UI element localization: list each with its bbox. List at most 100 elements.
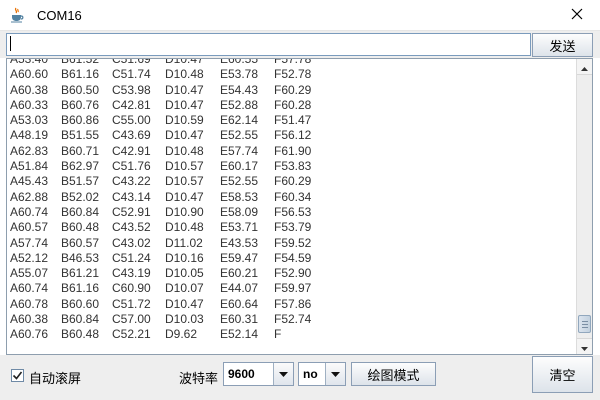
output-value: C43.52	[112, 220, 151, 235]
clear-button[interactable]: 清空	[532, 356, 593, 393]
java-cup-icon	[9, 7, 25, 23]
output-line: A60.74 B61.16 C60.90 D10.07 E44.07 F59.97	[8, 281, 576, 296]
output-value: C42.81	[112, 97, 151, 112]
text-caret	[10, 36, 11, 51]
scroll-up-button[interactable]	[577, 59, 592, 75]
grip-line	[582, 321, 588, 323]
output-line: A45.43 B51.57 C43.22 D10.57 E52.55 F60.29	[8, 174, 576, 189]
output-line: A53.03 B60.86 C55.00 D10.59 E62.14 F51.47	[8, 113, 576, 128]
output-value: F	[274, 327, 282, 342]
output-value: A60.33	[10, 97, 49, 112]
arrow-down-icon	[581, 340, 588, 354]
output-value: A53.03	[10, 113, 49, 128]
output-lines: A53.40 B61.52 C51.69 D10.47 E60.55 F57.78 A60.…	[8, 58, 576, 343]
output-value: F53.79	[274, 220, 312, 235]
close-icon	[571, 8, 583, 23]
output-value: B61.16	[61, 67, 100, 82]
output-value: E52.55	[220, 174, 259, 189]
close-button[interactable]	[554, 0, 600, 31]
output-value: F60.29	[274, 82, 312, 97]
output-value: C42.91	[112, 143, 151, 158]
output-value: F60.29	[274, 174, 312, 189]
output-value: C51.72	[112, 296, 151, 311]
output-value: B60.57	[61, 235, 100, 250]
send-input[interactable]	[6, 33, 531, 56]
output-value: E53.71	[220, 220, 259, 235]
output-value: A45.43	[10, 174, 49, 189]
output-value: C43.22	[112, 174, 151, 189]
output-value: B52.02	[61, 189, 100, 204]
parity-select[interactable]: no	[298, 362, 346, 386]
scrollbar-thumb[interactable]	[578, 315, 591, 334]
output-value: E60.55	[220, 58, 259, 66]
output-value: E52.55	[220, 128, 259, 143]
autoscroll-label[interactable]: 自动滚屏	[29, 368, 81, 387]
output-line: A53.40 B61.52 C51.69 D10.47 E60.55 F57.78	[8, 58, 576, 67]
output-value: F59.52	[274, 235, 312, 250]
output-value: C51.69	[112, 58, 151, 66]
output-value: A55.07	[10, 266, 49, 281]
serial-output-area[interactable]: A53.40 B61.52 C51.69 D10.47 E60.55 F57.78 A60.…	[6, 58, 593, 355]
output-value: F52.74	[274, 312, 312, 327]
output-value: B60.60	[61, 296, 100, 311]
output-line: A62.88 B52.02 C43.14 D10.47 E58.53 F60.34	[8, 190, 576, 205]
output-value: C43.02	[112, 235, 151, 250]
output-line: A48.19 B51.55 C43.69 D10.47 E52.55 F56.12	[8, 128, 576, 143]
output-value: E52.14	[220, 327, 259, 342]
output-value: D10.47	[165, 296, 204, 311]
output-value: F57.86	[274, 296, 312, 311]
output-value: D10.90	[165, 204, 204, 219]
output-value: A60.74	[10, 204, 49, 219]
output-value: D10.05	[165, 266, 204, 281]
chevron-down-icon	[325, 363, 345, 385]
output-value: B51.55	[61, 128, 100, 143]
output-value: C57.00	[112, 312, 151, 327]
output-value: C55.00	[112, 113, 151, 128]
output-value: B46.53	[61, 250, 100, 265]
chevron-down-icon	[273, 363, 293, 385]
output-value: C52.21	[112, 327, 151, 342]
output-line: A57.74 B60.57 C43.02 D11.02 E43.53 F59.52	[8, 236, 576, 251]
output-value: D10.59	[165, 113, 204, 128]
output-value: B60.71	[61, 143, 100, 158]
output-value: D10.48	[165, 67, 204, 82]
output-value: A53.40	[10, 58, 49, 66]
scroll-down-button[interactable]	[577, 338, 592, 354]
output-value: A60.78	[10, 296, 49, 311]
arrow-up-icon	[581, 60, 588, 74]
output-value: A51.84	[10, 159, 49, 174]
output-value: F60.34	[274, 189, 312, 204]
output-value: D10.47	[165, 58, 204, 66]
send-button[interactable]: 发送	[532, 33, 593, 57]
check-icon	[12, 370, 23, 384]
output-value: E57.74	[220, 143, 259, 158]
output-value: E60.64	[220, 296, 259, 311]
output-value: D10.47	[165, 97, 204, 112]
output-value: E54.43	[220, 82, 259, 97]
plot-mode-button[interactable]: 绘图模式	[351, 362, 436, 386]
vertical-scrollbar[interactable]	[576, 59, 592, 354]
output-value: F56.53	[274, 204, 312, 219]
output-value: C43.19	[112, 266, 151, 281]
autoscroll-checkbox[interactable]	[11, 369, 24, 382]
output-value: E52.88	[220, 97, 259, 112]
baud-rate-value: 9600	[228, 367, 255, 381]
output-value: E58.53	[220, 189, 259, 204]
output-value: F60.28	[274, 97, 312, 112]
output-value: A52.12	[10, 250, 49, 265]
grip-line	[582, 324, 588, 326]
output-line: A60.76 B60.48 C52.21 D9.62 E52.14 F	[8, 327, 576, 342]
output-value: A57.74	[10, 235, 49, 250]
output-value: B60.84	[61, 204, 100, 219]
output-value: A60.57	[10, 220, 49, 235]
bottom-bar: 自动滚屏 波特率 9600 no 绘图模式 清空	[0, 355, 600, 400]
output-value: A48.19	[10, 128, 49, 143]
output-line: A60.78 B60.60 C51.72 D10.47 E60.64 F57.86	[8, 297, 576, 312]
output-value: D9.62	[165, 327, 198, 342]
output-value: A62.83	[10, 143, 49, 158]
output-value: C60.90	[112, 281, 151, 296]
baud-rate-select[interactable]: 9600	[223, 362, 294, 386]
output-line: A60.38 B60.84 C57.00 D10.03 E60.31 F52.74	[8, 312, 576, 327]
output-value: F54.59	[274, 250, 312, 265]
output-value: F59.97	[274, 281, 312, 296]
